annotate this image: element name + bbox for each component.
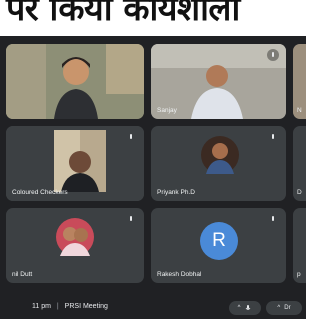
- participant-tile[interactable]: R Rakesh Dobhal: [151, 208, 286, 283]
- meeting-time: 11 pm: [32, 303, 51, 310]
- meeting-bottom-bar: 11 pm | PRSI Meeting ^ ^ Dr: [0, 298, 306, 319]
- mic-off-icon: [267, 49, 279, 61]
- avatar-letter: R: [200, 222, 238, 260]
- meeting-title: PRSI Meeting: [64, 303, 108, 310]
- participant-video: [6, 44, 144, 119]
- participant-name: Rakesh Dobhal: [157, 271, 202, 278]
- participant-tile[interactable]: N: [293, 44, 306, 119]
- participant-photo: [201, 136, 239, 174]
- mic-off-icon: [272, 134, 274, 139]
- chevron-up-icon: ^: [277, 305, 281, 311]
- camera-control-button[interactable]: ^ Dr: [266, 301, 302, 315]
- participant-name: Coloured Checkers: [12, 189, 68, 196]
- participant-name: D: [297, 189, 302, 196]
- participant-name: Priyank Ph.D: [157, 189, 195, 196]
- participant-photo: [56, 218, 94, 256]
- participant-name: nil Dutt: [12, 271, 33, 278]
- chevron-up-icon: ^: [237, 305, 241, 311]
- camera-label: Dr: [284, 305, 291, 311]
- participant-tile[interactable]: [6, 44, 144, 119]
- mic-control-button[interactable]: ^: [229, 301, 261, 315]
- participant-name: N: [297, 107, 302, 114]
- mic-off-icon: [130, 134, 132, 139]
- participant-tile[interactable]: D: [293, 126, 306, 201]
- participant-tile[interactable]: Coloured Checkers: [6, 126, 144, 201]
- mic-off-icon: [130, 216, 132, 221]
- participant-tile[interactable]: Sanjay: [151, 44, 286, 119]
- participant-name: p: [297, 271, 301, 278]
- participant-tile[interactable]: nil Dutt: [6, 208, 144, 283]
- headline-strip: पर किया कार्यशाला: [0, 0, 306, 36]
- participant-tile[interactable]: p: [293, 208, 306, 283]
- headline-text: पर किया कार्यशाला: [6, 0, 240, 29]
- meeting-time-and-title: 11 pm | PRSI Meeting: [32, 303, 108, 310]
- mic-off-icon: [272, 216, 274, 221]
- mic-icon: [246, 305, 251, 310]
- meeting-separator: |: [56, 303, 59, 310]
- participant-name: Sanjay: [157, 107, 177, 114]
- participant-tile[interactable]: Priyank Ph.D: [151, 126, 286, 201]
- meeting-screen: Sanjay N Coloured Checkers Priyank Ph.D …: [0, 36, 306, 319]
